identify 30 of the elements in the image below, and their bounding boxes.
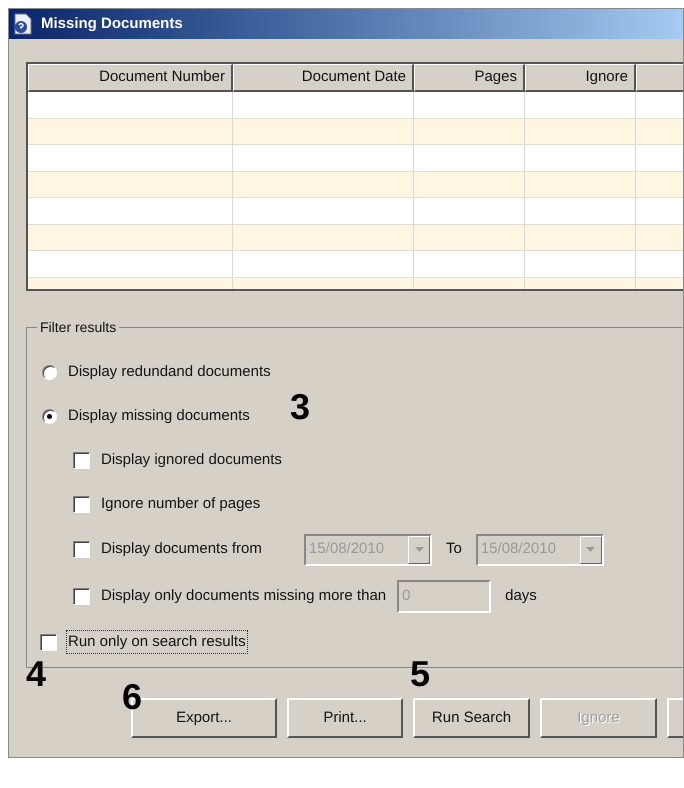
dropdown-arrow-icon xyxy=(586,547,596,552)
option-label: Display documents from xyxy=(101,539,263,560)
column-header[interactable]: Document Number xyxy=(28,64,233,92)
column-header[interactable]: Document Date xyxy=(233,64,414,92)
dropdown-arrow-icon xyxy=(414,547,424,552)
unit-label: days xyxy=(504,586,537,606)
option-label: Ignore number of pages xyxy=(101,494,260,514)
to-label: To xyxy=(445,539,463,560)
option-label: Run only on search results xyxy=(66,630,248,654)
checkbox[interactable] xyxy=(40,634,57,650)
callout-number: 4 xyxy=(26,655,46,693)
checkbox[interactable] xyxy=(73,588,90,605)
option-label: Display ignored documents xyxy=(101,450,282,470)
option-label: Display only documents missing more than xyxy=(101,586,386,606)
group-legend: Filter results xyxy=(37,319,120,335)
option-label: Display missing documents xyxy=(68,406,250,426)
column-header[interactable]: Pages xyxy=(414,64,525,92)
checkbox[interactable] xyxy=(73,496,90,512)
option-label: Display redundand documents xyxy=(68,362,271,382)
callout-number: 5 xyxy=(410,655,430,693)
column-header[interactable]: Ignore xyxy=(525,64,636,92)
checkbox[interactable] xyxy=(73,452,90,468)
radio-button[interactable] xyxy=(42,364,57,380)
window-title: Missing Documents xyxy=(41,14,183,34)
button[interactable]: Print... xyxy=(287,698,403,738)
radio-button[interactable] xyxy=(42,408,57,424)
checkbox[interactable] xyxy=(73,541,90,558)
callout-number: 3 xyxy=(290,388,310,426)
button[interactable]: Run Search xyxy=(413,698,530,738)
help-document-icon xyxy=(13,13,33,35)
